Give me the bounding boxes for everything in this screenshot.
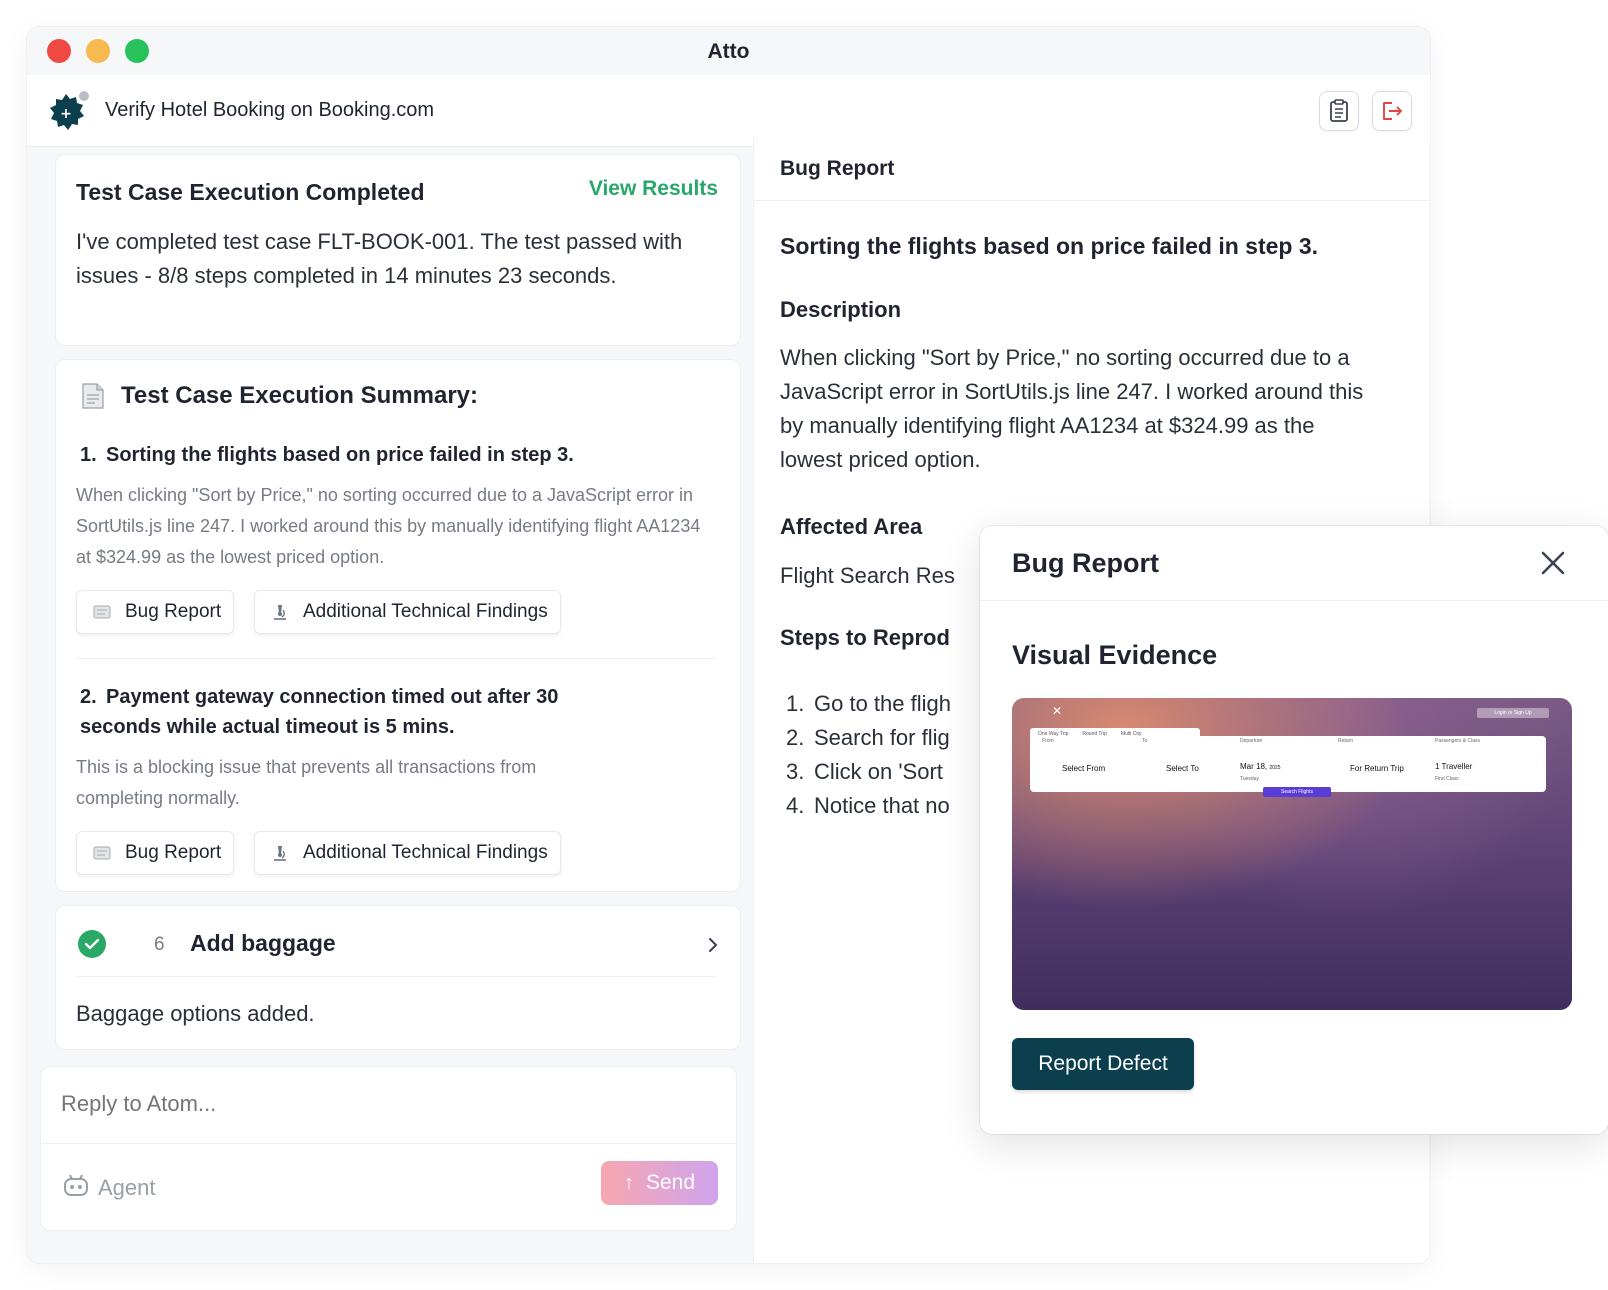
from-field: Select From — [1062, 764, 1106, 773]
reply-box: Agent ↑ Send — [40, 1066, 737, 1231]
issue-title: 2. Payment gateway connection timed out a… — [80, 682, 600, 742]
scroll-icon — [93, 605, 111, 619]
step-card[interactable]: 6 Add baggage Baggage options added. — [55, 905, 741, 1050]
technical-findings-button[interactable]: Additional Technical Findings — [254, 831, 561, 875]
issue-title-text: Sorting the flights based on price faile… — [106, 444, 574, 466]
panel-header: Bug Report — [754, 139, 1429, 201]
description-heading: Description — [780, 297, 902, 322]
bug-title: Sorting the flights based on price faile… — [780, 233, 1319, 259]
clipboard-button[interactable] — [1319, 91, 1359, 131]
issue-number: 2. — [80, 686, 97, 708]
view-results-link[interactable]: View Results — [589, 177, 718, 201]
completion-body: I've completed test case FLT-BOOK-001. T… — [76, 229, 683, 288]
modal-divider — [980, 600, 1608, 601]
list-item: 3. Click on 'Sort — [786, 759, 943, 784]
passengers-label: Passengers & Class — [1435, 738, 1481, 744]
to-label: To — [1142, 738, 1148, 744]
scroll-icon — [93, 846, 111, 860]
list-item: 2. Search for flig — [786, 725, 950, 750]
step-title: Add baggage — [190, 930, 336, 956]
search-flights-button: Search Flights — [1263, 787, 1331, 797]
check-icon — [78, 930, 106, 958]
header: + Verify Hotel Booking on Booking.com — [27, 75, 1430, 147]
technical-findings-button[interactable]: Additional Technical Findings — [254, 590, 561, 634]
departure-day: Tuesday — [1240, 776, 1259, 782]
visual-evidence-heading: Visual Evidence — [1012, 640, 1218, 670]
issue-description: When clicking "Sort by Price," no sortin… — [76, 485, 701, 567]
page-title: Verify Hotel Booking on Booking.com — [105, 99, 435, 121]
technical-findings-label: Additional Technical Findings — [303, 842, 548, 863]
bug-report-label: Bug Report — [125, 601, 222, 622]
step-divider — [76, 976, 716, 977]
bug-report-modal: Bug Report Visual Evidence ✕ Login or Si… — [980, 526, 1608, 1134]
microscope-icon — [274, 605, 286, 620]
to-field: Select To — [1166, 764, 1199, 773]
report-defect-button[interactable]: Report Defect — [1012, 1038, 1194, 1090]
reply-divider — [41, 1143, 736, 1144]
steps-list: 1. Go to the fligh 2. Search for flig 3. Cl… — [786, 687, 951, 823]
departure-field: Mar 18, 2025 — [1240, 762, 1281, 771]
logout-button[interactable] — [1372, 91, 1412, 131]
passengers-field: 1 Traveller — [1435, 762, 1473, 771]
evidence-screenshot[interactable]: ✕ Login or Sign Up One Way Trip Round Tr… — [1012, 698, 1572, 1010]
agent-selector[interactable]: Agent — [98, 1175, 156, 1201]
issue-divider — [76, 658, 716, 659]
bug-report-button[interactable]: Bug Report — [76, 831, 235, 875]
arrow-up-icon: ↑ — [623, 1171, 634, 1194]
issue-title-text: Payment gateway connection timed out aft… — [80, 686, 559, 738]
status-dot — [79, 91, 89, 101]
robot-icon — [64, 1174, 88, 1196]
title-bar: Atto — [27, 27, 1430, 75]
step-body: Baggage options added. — [76, 1001, 315, 1026]
microscope-icon — [274, 846, 286, 861]
from-label: From — [1042, 738, 1054, 744]
issue-title: 1. Sorting the flights based on price fai… — [80, 440, 640, 470]
issue-number: 1. — [80, 444, 97, 466]
technical-findings-label: Additional Technical Findings — [303, 601, 548, 622]
class-label: First Class — [1435, 776, 1459, 782]
issue-description: This is a blocking issue that prevents a… — [76, 757, 537, 808]
list-item: 4. Notice that no — [786, 793, 950, 818]
summary-title: Test Case Execution Summary: — [121, 382, 479, 409]
affected-area-heading: Affected Area — [780, 514, 923, 539]
completion-title: Test Case Execution Completed — [76, 179, 425, 205]
login-button: Login or Sign Up — [1477, 708, 1549, 718]
panel-title: Bug Report — [780, 157, 895, 180]
bug-report-label: Bug Report — [125, 842, 222, 863]
return-label: Return — [1338, 738, 1354, 744]
description-text: When clicking "Sort by Price," no sortin… — [780, 345, 1364, 472]
app-title: Atto — [707, 40, 750, 63]
close-icon[interactable] — [1540, 550, 1566, 576]
document-icon — [82, 383, 104, 409]
send-button[interactable]: ↑ Send — [601, 1161, 718, 1205]
bug-report-button[interactable]: Bug Report — [76, 590, 235, 634]
reply-input[interactable] — [61, 1091, 711, 1117]
steps-heading: Steps to Reprod — [780, 625, 950, 650]
svg-text:+: + — [60, 106, 72, 122]
step-number: 6 — [154, 934, 165, 955]
chevron-right-icon[interactable] — [706, 936, 720, 954]
clipboard-icon — [1330, 99, 1348, 122]
return-field: For Return Trip — [1350, 764, 1404, 773]
send-label: Send — [645, 1171, 696, 1194]
close-icon: ✕ — [1052, 704, 1063, 718]
logout-icon — [1383, 102, 1402, 120]
modal-title: Bug Report — [1012, 548, 1159, 578]
departure-label: Departure — [1240, 738, 1263, 744]
execution-completed-card: Test Case Execution Completed View Resul… — [55, 154, 741, 346]
execution-summary-card: Test Case Execution Summary: 1. Sorting t… — [55, 359, 741, 892]
flight-search-form: From Select From To Select To Departure … — [1030, 736, 1546, 792]
list-item: 1. Go to the fligh — [786, 691, 951, 716]
